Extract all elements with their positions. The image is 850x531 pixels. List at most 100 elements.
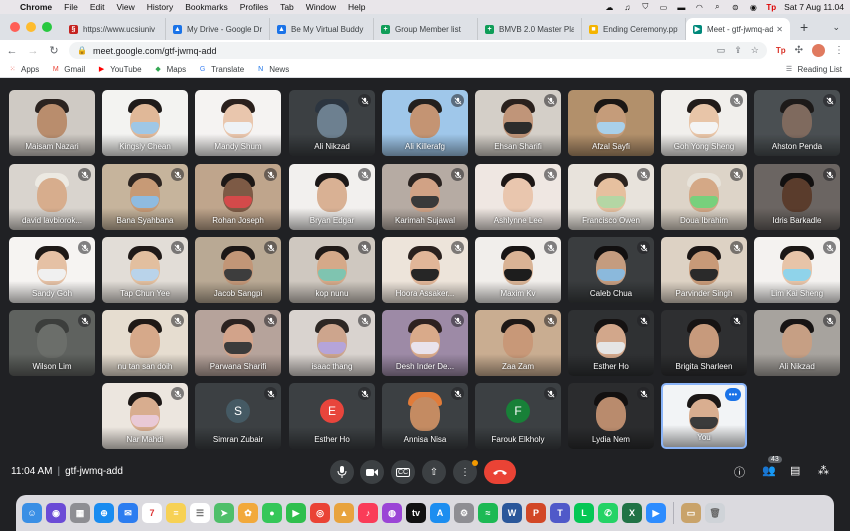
participant-tile[interactable]: Tap Chun Yee — [102, 237, 188, 303]
meeting-code[interactable]: gtf-jwmq-add — [65, 466, 123, 477]
shield-icon[interactable]: ⛉ — [640, 2, 650, 12]
share-icon[interactable]: ⇪ — [734, 45, 742, 56]
participant-tile[interactable]: Bana Syahbana — [102, 164, 188, 230]
participant-tile[interactable]: nu tan san doih — [102, 310, 188, 376]
participant-tile[interactable]: david lavbiorok... — [9, 164, 95, 230]
leave-call-button[interactable] — [484, 460, 516, 484]
chrome-menu-icon[interactable]: ⋮ — [834, 45, 844, 56]
more-options-button[interactable]: ⋮ — [453, 460, 478, 484]
participant-tile[interactable]: Maxim Kv — [475, 237, 561, 303]
dock-calendar-icon[interactable]: 7 — [142, 503, 162, 523]
dock-archive-icon[interactable]: ▭ — [681, 503, 701, 523]
activities-icon[interactable]: ⁂ — [818, 464, 829, 477]
dock-tv-icon[interactable]: tv — [406, 503, 426, 523]
back-button[interactable]: ← — [6, 45, 18, 57]
browser-tab-2[interactable]: ▲ Be My Virtual Buddy — [270, 18, 374, 40]
participant-tile[interactable]: Ehsan Sharifi — [475, 90, 561, 156]
music-icon[interactable]: ♫ — [622, 3, 632, 12]
dock-trash-icon[interactable]: 🗑 — [705, 503, 725, 523]
profile-avatar[interactable] — [812, 44, 825, 57]
zoom-window-button[interactable] — [42, 22, 52, 32]
dock-word-icon[interactable]: W — [502, 503, 522, 523]
participant-tile[interactable]: Ali Killerafg — [382, 90, 468, 156]
captions-button[interactable]: CC — [391, 460, 415, 484]
people-icon[interactable]: 👥 — [762, 464, 776, 477]
participant-tile[interactable]: Caleb Chua — [568, 237, 654, 303]
url-text[interactable]: meet.google.com/gtf-jwmq-add — [93, 46, 217, 56]
participant-tile[interactable]: E Esther Ho — [289, 383, 375, 449]
browser-tab-1[interactable]: ▲ My Drive - Google Dri — [166, 18, 270, 40]
bookmark-maps[interactable]: ◆ Maps — [154, 65, 186, 74]
dock-maps-icon[interactable]: ➤ — [214, 503, 234, 523]
dock-photos-icon[interactable]: ✿ — [238, 503, 258, 523]
participant-tile[interactable]: F Farouk Elkholy — [475, 383, 561, 449]
dock-notes-icon[interactable]: ≡ — [166, 503, 186, 523]
participant-tile[interactable]: Parwana Sharifi — [195, 310, 281, 376]
participant-tile[interactable]: Karimah Sujawal — [382, 164, 468, 230]
menu-app-name[interactable]: Chrome — [20, 2, 52, 12]
participant-tile[interactable]: Esther Ho — [568, 310, 654, 376]
participant-tile[interactable]: Ashlynne Lee — [475, 164, 561, 230]
dock-podcasts-icon[interactable]: ◍ — [382, 503, 402, 523]
dock-music-icon[interactable]: ♪ — [358, 503, 378, 523]
participant-tile[interactable]: Afzal Sayfi — [568, 90, 654, 156]
dock-mail-icon[interactable]: ✉ — [118, 503, 138, 523]
participant-tile[interactable]: Kingsly Chean — [102, 90, 188, 156]
dock-powerpoint-icon[interactable]: P — [526, 503, 546, 523]
participant-tile[interactable]: Goh Yong Sheng — [661, 90, 747, 156]
dock-spotify-icon[interactable]: ≈ — [478, 503, 498, 523]
self-tile-more-button[interactable]: ••• — [725, 388, 741, 401]
dock-excel-icon[interactable]: X — [622, 503, 642, 523]
participant-tile[interactable]: Annisa Nisa — [382, 383, 468, 449]
camera-button[interactable] — [360, 460, 384, 484]
browser-tab-3[interactable]: + Group Member list — [374, 18, 478, 40]
present-button[interactable]: ⇧ — [422, 460, 446, 484]
dock-line-icon[interactable]: L — [574, 503, 594, 523]
participant-tile[interactable]: Lim Kai Sheng — [754, 237, 840, 303]
participant-tile[interactable]: isaac thang — [289, 310, 375, 376]
participant-tile[interactable]: Doua Ibrahim — [661, 164, 747, 230]
tp-status-item[interactable]: Tp — [766, 3, 776, 12]
participant-tile[interactable]: Mandy Shum — [195, 90, 281, 156]
extensions-puzzle-icon[interactable]: ✣ — [795, 45, 803, 56]
dock-zoom-icon[interactable]: ▶ — [646, 503, 666, 523]
dock-messages-icon[interactable]: ● — [262, 503, 282, 523]
menu-history[interactable]: History — [147, 2, 173, 12]
participant-tile[interactable]: Parvinder Singh — [661, 237, 747, 303]
participant-tile[interactable]: Ali Nikzad — [289, 90, 375, 156]
menu-tab[interactable]: Tab — [280, 2, 294, 12]
participant-tile[interactable]: Wilson Lim — [9, 310, 95, 376]
chat-icon[interactable]: ▤ — [790, 464, 800, 477]
participant-tile[interactable]: Jacob Sangpi — [195, 237, 281, 303]
camera-indicator-icon[interactable]: ▭ — [717, 45, 726, 56]
battery-icon[interactable]: ▬ — [676, 3, 686, 12]
menu-clock[interactable]: Sat 7 Aug 11.04 — [784, 2, 844, 12]
dock-siri-icon[interactable]: ◉ — [46, 503, 66, 523]
dock-teams-icon[interactable]: T — [550, 503, 570, 523]
dock-app-store-icon[interactable]: A — [430, 503, 450, 523]
new-tab-button[interactable]: + — [790, 19, 818, 35]
reading-list-button[interactable]: ☰ Reading List — [785, 65, 842, 74]
address-bar[interactable]: 🔒 meet.google.com/gtf-jwmq-add ▭ ⇪ ☆ — [69, 42, 767, 59]
menu-file[interactable]: File — [64, 2, 78, 12]
dock-launchpad-icon[interactable]: ▦ — [70, 503, 90, 523]
cloud-icon[interactable]: ☁ — [604, 3, 614, 12]
close-window-button[interactable] — [10, 22, 20, 32]
reload-button[interactable]: ↻ — [48, 44, 60, 57]
browser-tab-0[interactable]: § https://www.ucsiuniv — [62, 18, 166, 40]
participant-tile[interactable]: Maisam Nazari — [9, 90, 95, 156]
microphone-button[interactable] — [330, 460, 354, 484]
wifi-icon[interactable]: ◠ — [694, 3, 704, 12]
participant-tile[interactable]: Nar Mahdi — [102, 383, 188, 449]
cast-icon[interactable]: ▭ — [658, 3, 668, 12]
menu-help[interactable]: Help — [348, 2, 365, 12]
extension-tp-icon[interactable]: Tp — [776, 46, 786, 55]
participant-tile[interactable]: kop nunu — [289, 237, 375, 303]
participant-tile[interactable]: Sandy Goh — [9, 237, 95, 303]
browser-tab-5[interactable]: ■ Ending Ceremony.pptx — [582, 18, 686, 40]
tab-search-icon[interactable]: ⌄ — [832, 22, 840, 33]
minimize-window-button[interactable] — [26, 22, 36, 32]
participant-tile[interactable]: Lydia Nem — [568, 383, 654, 449]
search-icon[interactable]: ⌕ — [712, 2, 722, 12]
menu-view[interactable]: View — [116, 2, 134, 12]
